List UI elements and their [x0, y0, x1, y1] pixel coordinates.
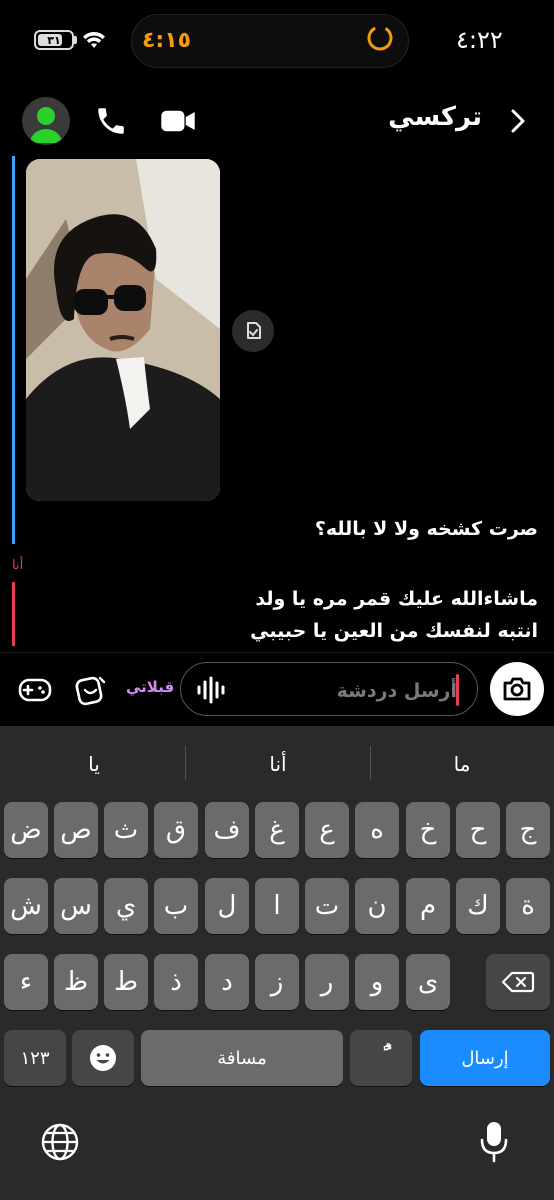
chevron-right-icon[interactable]: [508, 108, 528, 134]
sticker-icon[interactable]: [74, 674, 108, 706]
diacritic-key[interactable]: ًٌ: [350, 1030, 412, 1086]
sender-label-me: أنا: [12, 558, 24, 573]
suggestion-word[interactable]: ما: [370, 752, 554, 788]
avatar[interactable]: [22, 97, 70, 145]
key[interactable]: ز: [255, 954, 299, 1010]
key[interactable]: ى: [406, 954, 450, 1010]
key[interactable]: ت: [305, 878, 349, 934]
lens-label[interactable]: قبلاتي: [126, 678, 174, 696]
outgoing-message: ماشاءالله عليك قمر مره يا ولد: [255, 588, 538, 610]
key[interactable]: ه: [355, 802, 399, 858]
text-cursor: [456, 674, 459, 706]
divider: [370, 746, 371, 780]
key[interactable]: ا: [255, 878, 299, 934]
wifi-icon: [83, 31, 105, 48]
key[interactable]: غ: [255, 802, 299, 858]
chat-header: تركسي: [0, 86, 554, 156]
key[interactable]: ن: [355, 878, 399, 934]
space-key[interactable]: مسافة: [141, 1030, 343, 1086]
key[interactable]: ش: [4, 878, 48, 934]
key[interactable]: ح: [456, 802, 500, 858]
key[interactable]: ة: [506, 878, 550, 934]
key[interactable]: ط: [104, 954, 148, 1010]
status-bar: ٣١ ٤:١٥ ٤:٢٢: [0, 0, 554, 86]
numbers-key[interactable]: ١٢٣: [4, 1030, 66, 1086]
gamepad-icon[interactable]: [18, 676, 52, 704]
incoming-message-bar: [12, 156, 15, 544]
timer-ring-icon: [367, 25, 393, 51]
key[interactable]: ض: [4, 802, 48, 858]
camera-icon: [503, 677, 531, 701]
microphone-icon[interactable]: [478, 1120, 510, 1164]
received-photo[interactable]: [26, 159, 220, 501]
key[interactable]: ظ: [54, 954, 98, 1010]
status-clock: ٤:٢٢: [456, 26, 503, 54]
suggestion-word[interactable]: يا: [2, 752, 186, 788]
key[interactable]: س: [54, 878, 98, 934]
emoji-icon: [90, 1045, 116, 1071]
key[interactable]: م: [406, 878, 450, 934]
battery-level: ٣١: [47, 33, 61, 47]
send-key[interactable]: إرسال: [420, 1030, 550, 1086]
key[interactable]: ي: [104, 878, 148, 934]
camera-button[interactable]: [490, 662, 544, 716]
key[interactable]: ب: [154, 878, 198, 934]
outgoing-message: انتبه لنفسك من العين يا حبيبي: [250, 620, 538, 642]
key[interactable]: ر: [305, 954, 349, 1010]
key[interactable]: ذ: [154, 954, 198, 1010]
incoming-message: صرت كشخه ولا لا بالله؟: [314, 518, 538, 540]
save-photo-button[interactable]: [232, 310, 274, 352]
key[interactable]: خ: [406, 802, 450, 858]
suggestion-word[interactable]: أنا: [186, 752, 370, 788]
video-call-icon[interactable]: [160, 106, 196, 136]
save-icon: [247, 322, 261, 339]
backspace-icon: [501, 971, 535, 993]
key[interactable]: ج: [506, 802, 550, 858]
key[interactable]: ث: [104, 802, 148, 858]
chat-title[interactable]: تركسي: [388, 102, 482, 132]
battery-tip: [74, 36, 77, 44]
key[interactable]: ك: [456, 878, 500, 934]
outgoing-message-bar: [12, 582, 15, 646]
key[interactable]: د: [205, 954, 249, 1010]
key[interactable]: ل: [205, 878, 249, 934]
photo-image: [26, 159, 220, 501]
backspace-key[interactable]: [486, 954, 550, 1010]
emoji-key[interactable]: [72, 1030, 134, 1086]
key[interactable]: ص: [54, 802, 98, 858]
battery-icon: ٣١: [34, 30, 74, 50]
phone-icon[interactable]: [94, 104, 128, 138]
person-icon: [30, 107, 62, 143]
voice-wave-icon[interactable]: [196, 676, 228, 704]
globe-icon[interactable]: [40, 1122, 80, 1162]
key[interactable]: و: [355, 954, 399, 1010]
key[interactable]: ء: [4, 954, 48, 1010]
chat-input-placeholder: أرسل دردشة: [336, 680, 457, 702]
key[interactable]: ع: [305, 802, 349, 858]
key[interactable]: ق: [154, 802, 198, 858]
island-timer: ٤:١٥: [142, 28, 192, 53]
key[interactable]: ف: [205, 802, 249, 858]
